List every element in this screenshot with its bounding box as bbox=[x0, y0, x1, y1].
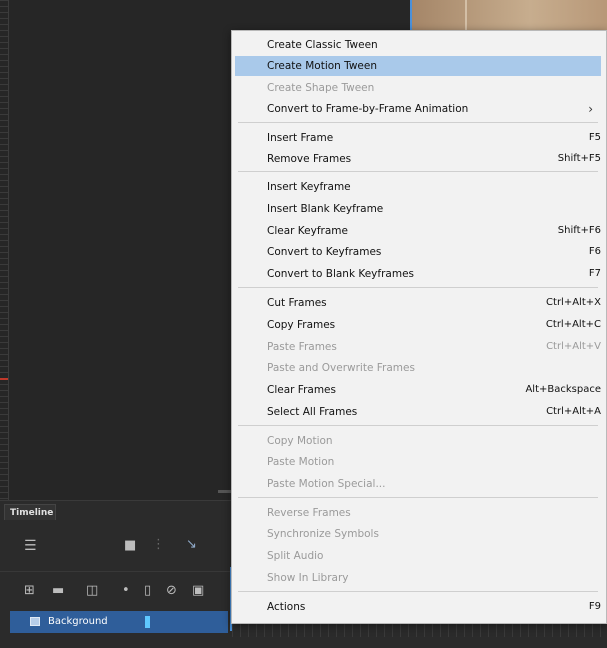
menu-item-shortcut: Shift+F6 bbox=[557, 225, 601, 236]
menu-item-insert-blank-keyframe[interactable]: Insert Blank Keyframe bbox=[235, 199, 601, 219]
menu-item-actions[interactable]: Actions F9 bbox=[235, 597, 601, 617]
menu-item-label: Convert to Frame-by-Frame Animation bbox=[267, 103, 469, 115]
menu-item-convert-to-blank-keyframes[interactable]: Convert to Blank Keyframes F7 bbox=[235, 264, 601, 284]
layer-row-background[interactable]: Background bbox=[10, 611, 228, 633]
menu-item-label: Reverse Frames bbox=[267, 507, 351, 519]
menu-separator bbox=[238, 287, 598, 288]
menu-item-synchronize-symbols[interactable]: Synchronize Symbols bbox=[235, 524, 601, 544]
menu-item-remove-frames[interactable]: Remove Frames Shift+F5 bbox=[235, 149, 601, 169]
menu-item-label: Convert to Blank Keyframes bbox=[267, 268, 415, 280]
menu-item-label: Synchronize Symbols bbox=[267, 528, 379, 540]
menu-item-label: Insert Blank Keyframe bbox=[267, 203, 384, 215]
menu-item-label: Paste Motion bbox=[267, 456, 335, 468]
menu-item-label: Actions bbox=[267, 601, 306, 613]
menu-item-shortcut: F5 bbox=[588, 132, 601, 143]
menu-item-shortcut: Shift+F5 bbox=[557, 153, 601, 164]
menu-item-select-all-frames[interactable]: Select All Frames Ctrl+Alt+A bbox=[235, 402, 601, 422]
menu-item-label: Copy Motion bbox=[267, 435, 333, 447]
menu-item-create-classic-tween[interactable]: Create Classic Tween bbox=[235, 35, 601, 55]
menu-item-label: Insert Keyframe bbox=[267, 181, 351, 193]
menu-item-label: Paste Frames bbox=[267, 341, 337, 353]
new-layer-icon[interactable]: ⊞ bbox=[24, 584, 35, 598]
vertical-ruler bbox=[0, 0, 9, 500]
menu-item-label: Clear Frames bbox=[267, 384, 336, 396]
menu-item-convert-to-frame-by-frame-animation[interactable]: Convert to Frame-by-Frame Animation › bbox=[235, 99, 601, 119]
menu-item-convert-to-keyframes[interactable]: Convert to Keyframes F6 bbox=[235, 242, 601, 262]
menu-item-label: Create Shape Tween bbox=[267, 82, 375, 94]
menu-item-label: Paste Motion Special... bbox=[267, 478, 386, 490]
tab-timeline[interactable]: Timeline bbox=[4, 504, 56, 520]
layer-parenting-icon[interactable]: ⋮ bbox=[152, 538, 165, 552]
highlight-dot-icon[interactable]: • bbox=[122, 584, 130, 598]
menu-separator bbox=[238, 425, 598, 426]
menu-item-label: Show In Library bbox=[267, 572, 349, 584]
layer-color-marker[interactable] bbox=[145, 616, 150, 628]
menu-separator bbox=[238, 171, 598, 172]
menu-item-label: Create Classic Tween bbox=[267, 39, 378, 51]
lock-icon[interactable]: ▣ bbox=[192, 584, 204, 598]
menu-item-copy-motion[interactable]: Copy Motion bbox=[235, 431, 601, 451]
menu-item-split-audio[interactable]: Split Audio bbox=[235, 546, 601, 566]
new-folder-icon[interactable]: ▬ bbox=[52, 584, 64, 598]
menu-item-label: Split Audio bbox=[267, 550, 324, 562]
layer-controls: ⊞ ▬ ◫ • ▯ ⊘ ▣ bbox=[0, 571, 232, 608]
menu-separator bbox=[238, 591, 598, 592]
delete-icon[interactable]: ◫ bbox=[86, 584, 98, 598]
ruler-marker bbox=[0, 378, 8, 380]
chevron-right-icon: › bbox=[588, 102, 593, 116]
menu-separator bbox=[238, 497, 598, 498]
menu-item-shortcut: F7 bbox=[588, 268, 601, 279]
layers-icon[interactable]: ☰ bbox=[24, 539, 37, 553]
menu-item-shortcut: Alt+Backspace bbox=[525, 384, 601, 395]
menu-item-insert-keyframe[interactable]: Insert Keyframe bbox=[235, 177, 601, 197]
menu-item-create-shape-tween[interactable]: Create Shape Tween bbox=[235, 78, 601, 98]
menu-item-paste-motion[interactable]: Paste Motion bbox=[235, 452, 601, 472]
menu-item-show-in-library[interactable]: Show In Library bbox=[235, 568, 601, 588]
outline-icon[interactable]: ▯ bbox=[144, 584, 151, 598]
menu-item-label: Cut Frames bbox=[267, 297, 327, 309]
menu-item-paste-and-overwrite-frames[interactable]: Paste and Overwrite Frames bbox=[235, 358, 601, 378]
menu-item-insert-frame[interactable]: Insert Frame F5 bbox=[235, 128, 601, 148]
menu-item-label: Select All Frames bbox=[267, 406, 358, 418]
menu-item-label: Create Motion Tween bbox=[267, 60, 377, 72]
hide-icon[interactable]: ⊘ bbox=[166, 584, 177, 598]
layer-type-icon bbox=[30, 617, 40, 626]
menu-item-shortcut: F6 bbox=[588, 246, 601, 257]
timeline-toolbar: ☰ ■ ⋮ ↘ bbox=[0, 525, 232, 565]
menu-item-label: Paste and Overwrite Frames bbox=[267, 362, 415, 374]
menu-item-create-motion-tween[interactable]: Create Motion Tween bbox=[235, 56, 601, 76]
menu-item-label: Convert to Keyframes bbox=[267, 246, 382, 258]
menu-item-paste-frames[interactable]: Paste Frames Ctrl+Alt+V bbox=[235, 337, 601, 357]
menu-item-label: Insert Frame bbox=[267, 132, 334, 144]
graph-icon[interactable]: ↘ bbox=[186, 538, 197, 552]
menu-item-label: Copy Frames bbox=[267, 319, 336, 331]
menu-item-shortcut: Ctrl+Alt+A bbox=[546, 406, 601, 417]
menu-item-copy-frames[interactable]: Copy Frames Ctrl+Alt+C bbox=[235, 315, 601, 335]
menu-item-cut-frames[interactable]: Cut Frames Ctrl+Alt+X bbox=[235, 293, 601, 313]
context-menu: Create Classic Tween Create Motion Tween C… bbox=[231, 30, 607, 624]
menu-item-shortcut: Ctrl+Alt+V bbox=[546, 341, 601, 352]
menu-item-label: Clear Keyframe bbox=[267, 225, 348, 237]
stage-canvas[interactable] bbox=[410, 0, 607, 32]
menu-item-paste-motion-special[interactable]: Paste Motion Special... bbox=[235, 474, 601, 494]
menu-item-shortcut: Ctrl+Alt+X bbox=[546, 297, 601, 308]
menu-item-clear-frames[interactable]: Clear Frames Alt+Backspace bbox=[235, 380, 601, 400]
menu-item-shortcut: F9 bbox=[588, 601, 601, 612]
menu-item-clear-keyframe[interactable]: Clear Keyframe Shift+F6 bbox=[235, 221, 601, 241]
layer-name: Background bbox=[48, 616, 108, 627]
menu-item-label: Remove Frames bbox=[267, 153, 352, 165]
camera-icon[interactable]: ■ bbox=[124, 539, 136, 553]
menu-separator bbox=[238, 122, 598, 123]
menu-item-reverse-frames[interactable]: Reverse Frames bbox=[235, 503, 601, 523]
menu-item-shortcut: Ctrl+Alt+C bbox=[545, 319, 601, 330]
